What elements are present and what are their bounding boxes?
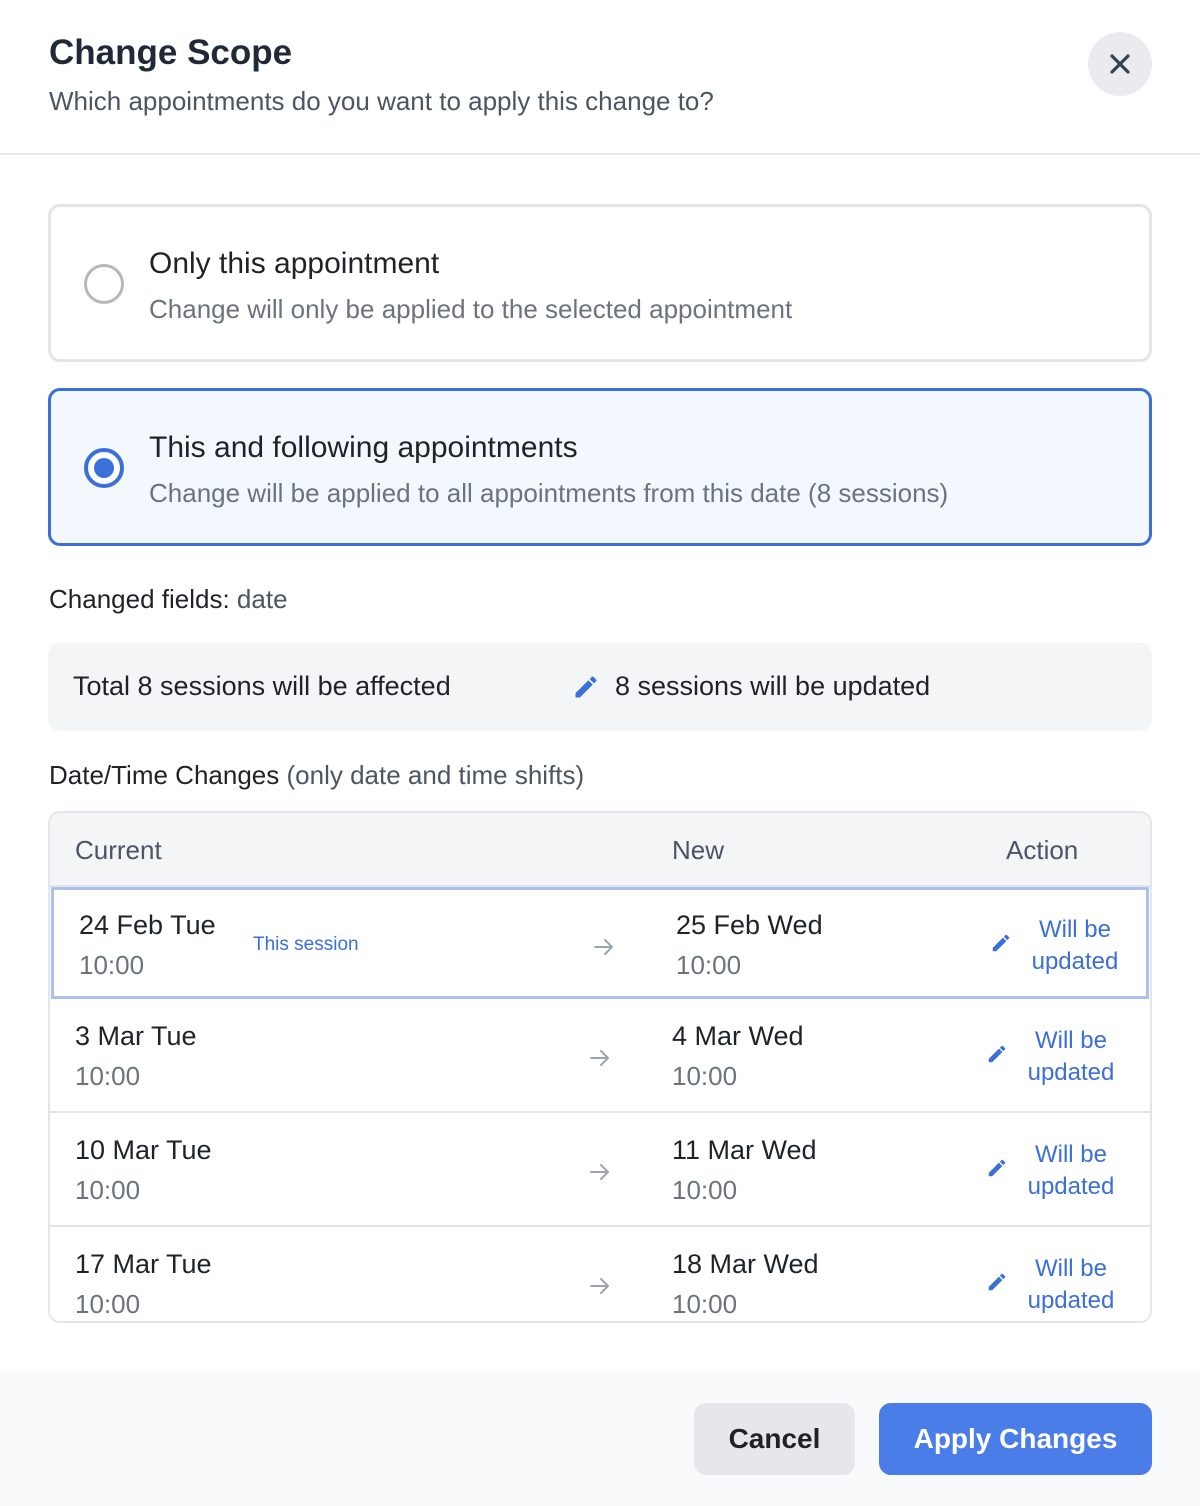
changes-table[interactable]: Current New Action 24 Feb Tue 10:00 This… [48,811,1152,1323]
option-description: Change will be applied to all appointmen… [149,478,949,508]
radio-only-this[interactable] [84,264,124,304]
new-time: 10:00 [672,1175,738,1205]
current-time: 10:00 [79,950,145,980]
total-affected: Total 8 sessions will be affected [73,671,451,701]
table-row: 3 Mar Tue 10:00 4 Mar Wed 10:00 Will be … [50,1001,1150,1113]
column-header-new: New [672,835,725,865]
changed-fields: Changed fields: date [49,584,288,615]
pencil-icon [575,676,597,698]
action-text: Will be updated [1027,1255,1115,1314]
arrow-right-icon [590,1050,609,1066]
current-time: 10:00 [75,1175,141,1205]
radio-this-and-following[interactable] [84,448,124,488]
arrow-right-icon [590,1278,609,1294]
dialog-subtitle: Which appointments do you want to apply … [49,86,714,116]
arrow-right-icon [594,939,613,955]
column-header-current: Current [75,835,162,865]
dialog-footer: Cancel Apply Changes [0,1371,1200,1506]
action-text: Will be updated [1027,1141,1115,1200]
current-date: 10 Mar Tue [75,1135,212,1165]
table-row: 24 Feb Tue 10:00 This session 25 Feb Wed… [51,887,1149,999]
option-only-this[interactable]: Only this appointment Change will only b… [48,204,1152,362]
this-session-badge: This session [253,934,359,955]
table-header: Current New Action [50,813,1150,887]
datetime-changes-heading: Date/Time Changes (only date and time sh… [49,760,584,791]
new-date: 11 Mar Wed [672,1135,817,1165]
apply-changes-button[interactable]: Apply Changes [879,1403,1152,1475]
current-date: 17 Mar Tue [75,1249,212,1279]
dialog-header: Change Scope Which appointments do you w… [0,0,1200,155]
close-icon [1110,54,1130,74]
current-time: 10:00 [75,1289,141,1319]
new-time: 10:00 [672,1061,738,1091]
pencil-icon [988,1045,1006,1063]
datetime-changes-title: Date/Time Changes [49,760,280,790]
new-time: 10:00 [672,1289,738,1319]
table-row: 17 Mar Tue 10:00 18 Mar Wed 10:00 Will b… [50,1229,1150,1321]
option-title: Only this appointment [149,247,440,280]
affected-summary: Total 8 sessions will be affected 8 sess… [48,643,1152,731]
cancel-button[interactable]: Cancel [694,1403,855,1475]
dialog-title: Change Scope [49,33,293,72]
option-title: This and following appointments [149,431,578,464]
table-row: 10 Mar Tue 10:00 11 Mar Wed 10:00 Will b… [50,1115,1150,1227]
arrow-right-icon [590,1164,609,1180]
datetime-changes-note: (only date and time shifts) [286,760,585,790]
pencil-icon [988,1273,1006,1291]
option-this-and-following[interactable]: This and following appointments Change w… [48,388,1152,546]
changed-fields-value: date [236,584,288,614]
new-date: 25 Feb Wed [676,910,823,940]
pencil-icon [992,934,1010,952]
action-text: Will be updated [1027,1027,1115,1086]
current-date: 24 Feb Tue [79,910,216,940]
current-time: 10:00 [75,1061,141,1091]
sessions-updated: 8 sessions will be updated [615,671,931,701]
pencil-icon [988,1159,1006,1177]
action-text: Will be updated [1031,916,1119,975]
column-header-action: Action [1006,835,1079,865]
new-date: 18 Mar Wed [672,1249,819,1279]
new-time: 10:00 [676,950,742,980]
close-button[interactable] [1088,32,1152,96]
changed-fields-label: Changed fields: [49,584,230,614]
current-date: 3 Mar Tue [75,1021,197,1051]
option-description: Change will only be applied to the selec… [149,294,793,324]
new-date: 4 Mar Wed [672,1021,804,1051]
